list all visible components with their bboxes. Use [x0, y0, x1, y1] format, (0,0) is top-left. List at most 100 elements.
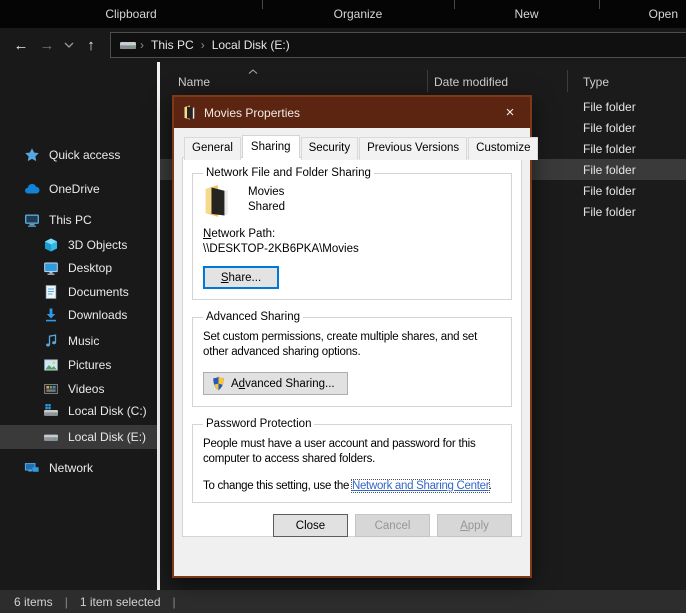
close-button[interactable]: Close: [273, 514, 348, 537]
ribbon-group-organize: Organize: [262, 0, 454, 28]
type-cell: File folder: [583, 162, 636, 177]
password-protection-group: Password Protection People must have a u…: [192, 418, 512, 503]
sidebar-item-local-disk-c[interactable]: Local Disk (C:): [0, 399, 157, 423]
sidebar-item-quick-access[interactable]: Quick access: [0, 143, 157, 167]
breadcrumb-segment[interactable]: Local Disk (E:): [205, 38, 297, 52]
sidebar-item-network[interactable]: Network: [0, 456, 157, 480]
column-headers: Name Date modified Type: [160, 62, 686, 96]
network-sharing-center-link[interactable]: Network and Sharing Center: [350, 479, 490, 493]
sort-ascending-icon: [248, 63, 258, 77]
status-separator: |: [64, 594, 68, 609]
column-header-name[interactable]: Name: [178, 75, 210, 89]
column-header-date-modified[interactable]: Date modified: [434, 75, 508, 89]
desktop-icon: [43, 260, 59, 276]
ribbon-group-clipboard: Clipboard: [0, 0, 262, 28]
password-protection-change-line: To change this setting, use the Network …: [203, 479, 492, 493]
column-header-type[interactable]: Type: [583, 75, 609, 89]
breadcrumb-segment[interactable]: This PC: [144, 38, 201, 52]
sidebar-item-label: This PC: [49, 213, 92, 227]
objects3d-icon: [43, 237, 59, 253]
close-icon[interactable]: ×: [490, 97, 530, 128]
shared-folder-status: Shared: [248, 201, 286, 213]
music-icon: [43, 333, 59, 349]
advanced-sharing-description: Set custom permissions, create multiple …: [203, 331, 478, 358]
tab-sharing[interactable]: Sharing: [241, 135, 300, 158]
navigation-pane: Quick access OneDrive This PC 3D Objects Des…: [0, 62, 157, 590]
type-cell: File folder: [583, 204, 636, 219]
network-icon: [24, 460, 40, 476]
advanced-sharing-button[interactable]: Advanced Sharing...: [203, 372, 348, 395]
type-cell: File folder: [583, 99, 636, 114]
selected-count: 1 item selected: [79, 594, 161, 609]
onedrive-icon: [24, 181, 40, 197]
ribbon-group-new: New: [454, 0, 599, 28]
type-cell: File folder: [583, 183, 636, 198]
ribbon-group-separator: [454, 0, 455, 9]
videos-icon: [43, 381, 59, 397]
back-button[interactable]: ←: [8, 37, 34, 54]
sidebar-item-label: Local Disk (C:): [68, 404, 147, 418]
dialog-tabs: General Sharing Security Previous Versions C…: [182, 135, 539, 160]
advanced-sharing-button-label: Advanced Sharing...: [231, 377, 335, 390]
dialog-button-row: Close Cancel Apply: [192, 514, 512, 537]
sidebar-item-this-pc[interactable]: This PC: [0, 208, 157, 232]
up-button[interactable]: ↑: [78, 37, 104, 54]
disk-os-icon: [43, 403, 59, 419]
status-bar: 6 items | 1 item selected |: [0, 590, 686, 613]
sidebar-item-videos[interactable]: Videos: [0, 377, 157, 401]
drive-icon: [119, 39, 137, 52]
sidebar-item-local-disk-e[interactable]: Local Disk (E:): [0, 425, 157, 449]
sidebar-item-label: 3D Objects: [68, 238, 128, 252]
tab-security[interactable]: Security: [300, 137, 359, 160]
ribbon-group-separator: [599, 0, 600, 9]
network-path-label: Network Path:: [203, 228, 276, 240]
sidebar-item-label: OneDrive: [49, 182, 100, 196]
apply-button[interactable]: Apply: [437, 514, 512, 537]
navigation-bar: ← → ↑ › This PC › Local Disk (E:): [0, 28, 686, 62]
uac-shield-icon: [211, 376, 226, 391]
shared-folder-name: Movies: [248, 186, 285, 198]
column-separator[interactable]: [427, 70, 428, 92]
movies-properties-dialog: Movies Properties × General Sharing Securi…: [172, 95, 539, 578]
sidebar-item-downloads[interactable]: Downloads: [0, 303, 157, 327]
sidebar-item-label: Downloads: [68, 308, 128, 322]
type-cell: File folder: [583, 120, 636, 135]
network-sharing-group: Network File and Folder Sharing Movies S…: [192, 167, 512, 300]
this-pc-icon: [24, 212, 40, 228]
sidebar-item-onedrive[interactable]: OneDrive: [0, 177, 157, 201]
tab-customize[interactable]: Customize: [468, 137, 539, 160]
disk-icon: [43, 429, 59, 445]
column-separator[interactable]: [567, 70, 568, 92]
history-dropdown-icon[interactable]: [60, 42, 78, 48]
sidebar-item-3d-objects[interactable]: 3D Objects: [0, 233, 157, 257]
sharing-tab-panel: Network File and Folder Sharing Movies S…: [182, 157, 522, 537]
sidebar-item-label: Documents: [68, 285, 129, 299]
ribbon-group-open: Open: [599, 0, 686, 28]
sidebar-item-music[interactable]: Music: [0, 329, 157, 353]
address-bar[interactable]: › This PC › Local Disk (E:): [110, 32, 686, 58]
password-protection-description: People must have a user account and pass…: [203, 438, 476, 465]
sidebar-item-label: Quick access: [49, 148, 121, 162]
password-protection-legend: Password Protection: [206, 418, 312, 430]
sidebar-item-desktop[interactable]: Desktop: [0, 256, 157, 280]
forward-button[interactable]: →: [34, 37, 60, 54]
ribbon-group-label: Clipboard: [105, 7, 157, 21]
dialog-title-bar[interactable]: Movies Properties ×: [174, 97, 530, 128]
network-path-value: \\DESKTOP-2KB6PKA\Movies: [203, 243, 359, 255]
sidebar-item-label: Pictures: [68, 358, 112, 372]
share-button[interactable]: Share...: [203, 266, 279, 289]
downloads-icon: [43, 307, 59, 323]
status-separator: |: [172, 594, 176, 609]
quick-access-icon: [24, 147, 40, 163]
cancel-button[interactable]: Cancel: [355, 514, 430, 537]
tab-previous-versions[interactable]: Previous Versions: [359, 137, 468, 160]
type-cell: File folder: [583, 141, 636, 156]
sidebar-item-documents[interactable]: Documents: [0, 280, 157, 304]
ribbon-bar: Clipboard Organize New Open: [0, 0, 686, 28]
sidebar-item-label: Videos: [68, 382, 105, 396]
ribbon-group-separator: [262, 0, 263, 9]
tab-general[interactable]: General: [184, 137, 241, 160]
sidebar-item-pictures[interactable]: Pictures: [0, 353, 157, 377]
folder-icon: [183, 105, 196, 120]
advanced-sharing-legend: Advanced Sharing: [206, 311, 300, 323]
